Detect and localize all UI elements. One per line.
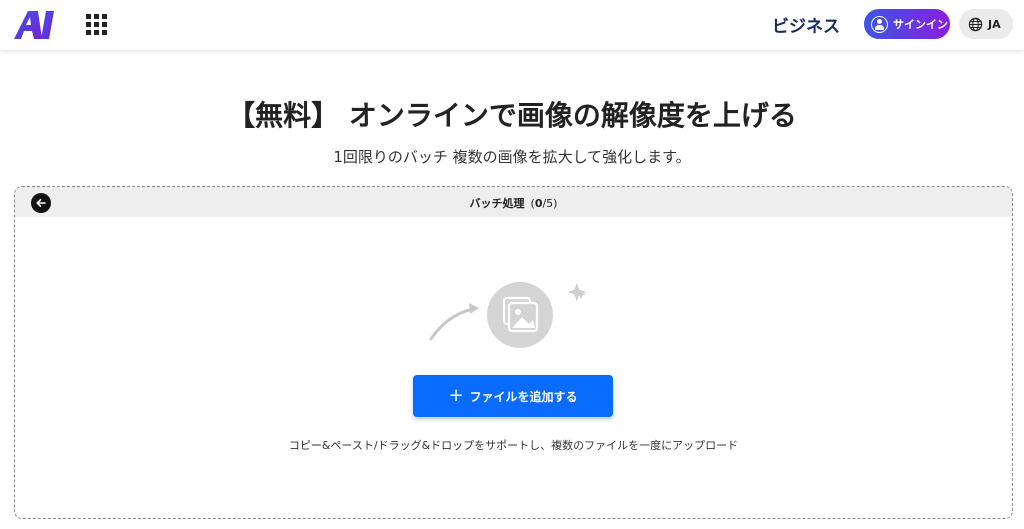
- batch-toolbar: バッチ処理 (0/5): [15, 187, 1012, 217]
- batch-title-label: バッチ処理: [469, 197, 525, 210]
- add-files-button[interactable]: + ファイルを追加する: [413, 375, 613, 417]
- globe-icon: [968, 17, 983, 31]
- batch-counter: (0/5): [530, 197, 558, 210]
- apps-grid-icon[interactable]: [86, 14, 108, 36]
- signin-label: サインイン: [893, 18, 948, 31]
- page-subtitle: 1回限りのバッチ 複数の画像を拡大して強化します。: [333, 148, 691, 166]
- curved-arrow-icon: [429, 303, 479, 341]
- plus-icon: +: [448, 385, 464, 406]
- upload-dropzone[interactable]: バッチ処理 (0/5) + ファイルを追加する コピー&ペースト/ドラッグ&ドロッ…: [14, 186, 1013, 519]
- signin-button[interactable]: サインイン: [864, 9, 950, 39]
- language-selector[interactable]: JA: [959, 9, 1013, 39]
- page-title: 【無料】 オンラインで画像の解像度を上げる: [227, 99, 797, 132]
- sparkle-icon: [567, 282, 587, 302]
- batch-title: バッチ処理 (0/5): [15, 195, 1012, 211]
- add-files-label: ファイルを追加する: [469, 389, 578, 404]
- upload-hint: コピー&ペースト/ドラッグ&ドロップをサポートし、複数のファイルを一度にアップロ…: [288, 439, 739, 452]
- top-header: ビジネス サインイン JA: [0, 0, 1024, 50]
- ai-logo-icon[interactable]: [14, 11, 60, 39]
- business-link[interactable]: ビジネス: [772, 12, 840, 37]
- user-icon: [871, 15, 888, 33]
- language-label: JA: [988, 17, 1001, 31]
- images-icon: [487, 282, 553, 348]
- upload-illustration: [429, 282, 587, 348]
